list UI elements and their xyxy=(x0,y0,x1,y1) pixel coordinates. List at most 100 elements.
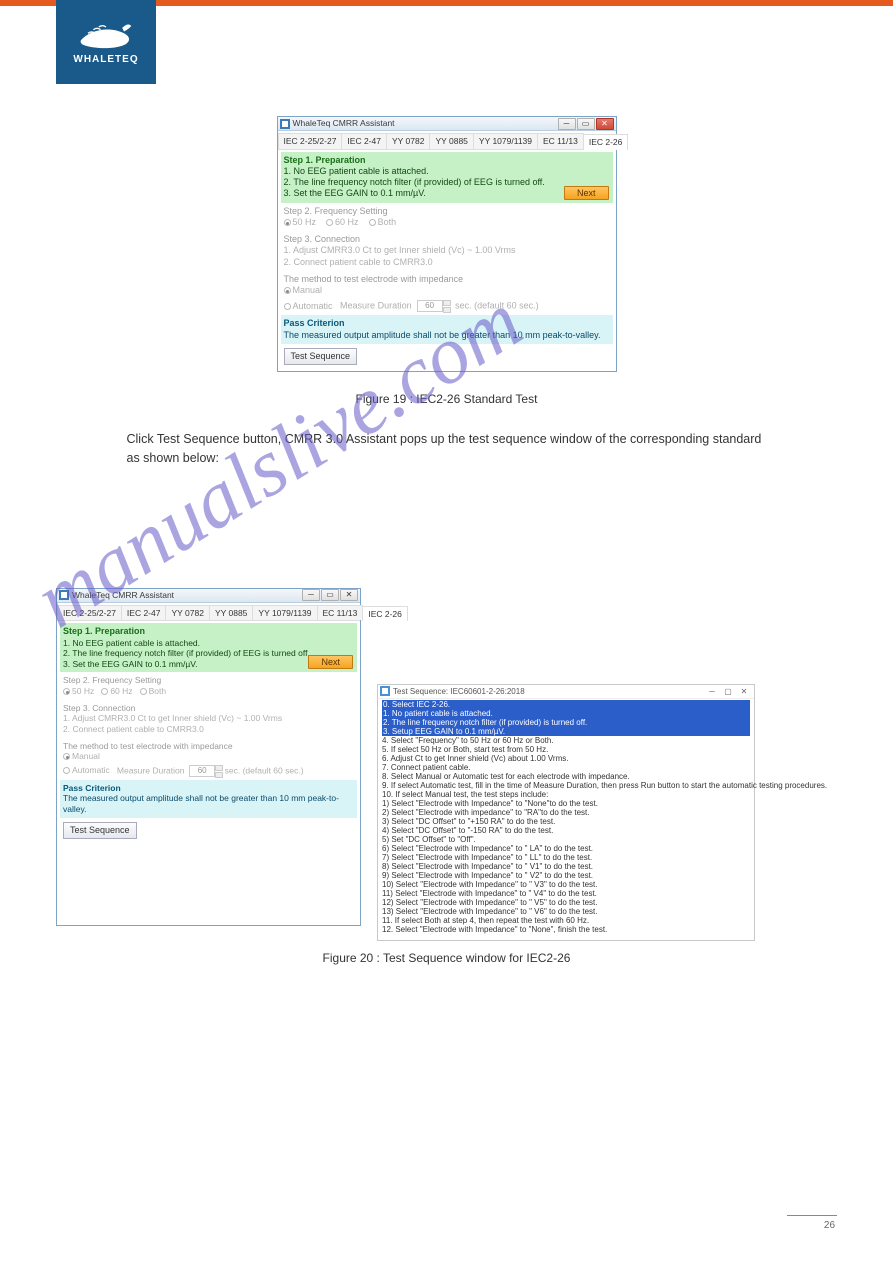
np-line: 10) Select "Electrode with Impedance" to… xyxy=(382,880,750,889)
standard-tabs: IEC 2-25/2-27 IEC 2-47 YY 0782 YY 0885 Y… xyxy=(278,131,616,150)
np-minimize-button[interactable]: ─ xyxy=(704,686,720,697)
maximize-button[interactable]: ▭ xyxy=(321,589,339,601)
tab-yy1079-1139[interactable]: YY 1079/1139 xyxy=(473,133,538,149)
minimize-button[interactable]: ─ xyxy=(558,118,576,130)
np-line: 10. If select Manual test, the test step… xyxy=(382,790,750,799)
step1-block: Step 1. Preparation 1. No EEG patient ca… xyxy=(281,152,613,203)
maximize-button[interactable]: ▭ xyxy=(577,118,595,130)
np-line: 4. Select "Frequency" to 50 Hz or 60 Hz … xyxy=(382,736,750,745)
step1-line2: 2. The line frequency notch filter (if p… xyxy=(284,177,610,188)
step2-block: Step 2. Frequency Setting 50 Hz 60 Hz Bo… xyxy=(281,203,613,232)
tab-iec225-227[interactable]: IEC 2-25/2-27 xyxy=(278,133,343,149)
radio-automatic[interactable]: Automatic xyxy=(284,301,333,311)
cmrr-assistant-window-small: WhaleTeq CMRR Assistant ─ ▭ ✕ IEC 2-25/2… xyxy=(56,588,361,926)
brand-text: WHALETEQ xyxy=(73,54,138,65)
paragraph-test-sequence: Click Test Sequence button, CMRR 3.0 Ass… xyxy=(127,430,767,468)
brand-logo: WHALETEQ xyxy=(56,0,156,84)
minimize-button[interactable]: ─ xyxy=(302,589,320,601)
radio-50hz[interactable]: 50 Hz xyxy=(63,686,94,696)
measure-duration-label: Measure Duration xyxy=(340,301,412,311)
np-maximize-button[interactable]: ▢ xyxy=(720,686,736,697)
window-title: WhaleTeq CMRR Assistant xyxy=(293,118,557,129)
measure-duration-input[interactable]: 60 xyxy=(189,765,215,777)
step1-block: Step 1. Preparation 1. No EEG patient ca… xyxy=(60,623,357,672)
close-button[interactable]: ✕ xyxy=(596,118,614,130)
close-button[interactable]: ✕ xyxy=(340,589,358,601)
radio-60hz[interactable]: 60 Hz xyxy=(326,217,359,227)
np-line: 11. If select Both at step 4, then repea… xyxy=(382,916,750,925)
method-block: The method to test electrode with impeda… xyxy=(281,271,613,316)
test-sequence-button[interactable]: Test Sequence xyxy=(63,822,137,839)
footer-rule xyxy=(787,1215,837,1216)
figure19-caption: Figure 19 : IEC2-26 Standard Test xyxy=(56,392,837,406)
whale-icon xyxy=(79,20,133,52)
np-line: 2) Select "Electrode with impedance" to … xyxy=(382,808,750,817)
np-line-hl: 3. Setup EEG GAIN to 0.1 mm/µV. xyxy=(382,727,750,736)
next-button[interactable]: Next xyxy=(308,655,353,669)
np-line: 13) Select "Electrode with Impedance" to… xyxy=(382,907,750,916)
figure20-caption: Figure 20 : Test Sequence window for IEC… xyxy=(56,951,837,965)
step2-block: Step 2. Frequency Setting 50 Hz 60 Hz Bo… xyxy=(60,672,357,699)
np-line-hl: 0. Select IEC 2-26. xyxy=(382,700,750,709)
tab-iec226[interactable]: IEC 2-26 xyxy=(362,606,408,622)
pass-criterion-block: Pass Criterion The measured output ampli… xyxy=(60,780,357,818)
tab-yy0885[interactable]: YY 0885 xyxy=(429,133,473,149)
step3-block: Step 3. Connection 1. Adjust CMRR3.0 Ct … xyxy=(60,700,357,738)
tab-iec225-227[interactable]: IEC 2-25/2-27 xyxy=(57,605,122,621)
tab-yy0885[interactable]: YY 0885 xyxy=(209,605,253,621)
titlebar: WhaleTeq CMRR Assistant ─ ▭ ✕ xyxy=(278,117,616,131)
measure-duration-suffix: sec. (default 60 sec.) xyxy=(455,301,539,311)
radio-60hz[interactable]: 60 Hz xyxy=(101,686,132,696)
np-line: 6) Select "Electrode with Impedance" to … xyxy=(382,844,750,853)
titlebar-small: WhaleTeq CMRR Assistant ─ ▭ ✕ xyxy=(57,589,360,603)
measure-duration-input[interactable]: 60 xyxy=(417,300,443,312)
test-sequence-button[interactable]: Test Sequence xyxy=(284,348,358,365)
np-line: 7) Select "Electrode with Impedance" to … xyxy=(382,853,750,862)
np-line: 12) Select "Electrode with Impedance" to… xyxy=(382,898,750,907)
tab-yy1079-1139[interactable]: YY 1079/1139 xyxy=(252,605,317,621)
tab-iec247[interactable]: IEC 2-47 xyxy=(121,605,167,621)
np-body: 0. Select IEC 2-26. 1. No patient cable … xyxy=(378,699,754,940)
np-line-hl: 1. No patient cable is attached. xyxy=(382,709,750,718)
radio-manual[interactable]: Manual xyxy=(63,751,100,761)
np-line: 1) Select "Electrode with Impedance" to … xyxy=(382,799,750,808)
pass-header: Pass Criterion xyxy=(284,318,610,329)
radio-both[interactable]: Both xyxy=(369,217,397,227)
np-close-button[interactable]: ✕ xyxy=(736,686,752,697)
next-button[interactable]: Next xyxy=(564,186,609,200)
step3-header: Step 3. Connection xyxy=(284,234,610,245)
np-line: 6. Adjust Ct to get Inner shield (Vc) ab… xyxy=(382,754,750,763)
np-titlebar: Test Sequence: IEC60601-2-26:2018 ─ ▢ ✕ xyxy=(378,685,754,699)
app-icon xyxy=(59,590,69,600)
notepad-icon xyxy=(380,686,390,696)
np-line: 5) Set "DC Offset" to "Off". xyxy=(382,835,750,844)
radio-automatic[interactable]: Automatic xyxy=(63,765,110,775)
pass-line1: The measured output amplitude shall not … xyxy=(284,330,610,341)
tab-iec226[interactable]: IEC 2-26 xyxy=(583,134,629,150)
tab-yy0782[interactable]: YY 0782 xyxy=(386,133,430,149)
step1-line1: 1. No EEG patient cable is attached. xyxy=(284,166,610,177)
tab-ec1113[interactable]: EC 11/13 xyxy=(317,605,364,621)
tab-yy0782[interactable]: YY 0782 xyxy=(165,605,209,621)
np-line: 11) Select "Electrode with Impedance" to… xyxy=(382,889,750,898)
window-title-small: WhaleTeq CMRR Assistant xyxy=(72,590,301,601)
tab-ec1113[interactable]: EC 11/13 xyxy=(537,133,584,149)
step2-header: Step 2. Frequency Setting xyxy=(284,206,610,217)
footer-page-number: 26 xyxy=(56,1220,837,1231)
np-line: 8) Select "Electrode with Impedance" to … xyxy=(382,862,750,871)
app-icon xyxy=(280,119,290,129)
np-line: 12. Select "Electrode with Impedance" to… xyxy=(382,925,750,934)
radio-manual[interactable]: Manual xyxy=(284,285,323,295)
step3-line2: 2. Connect patient cable to CMRR3.0 xyxy=(284,257,610,268)
tab-iec247[interactable]: IEC 2-47 xyxy=(341,133,387,149)
radio-50hz[interactable]: 50 Hz xyxy=(284,217,317,227)
np-line: 5. If select 50 Hz or Both, start test f… xyxy=(382,745,750,754)
radio-both[interactable]: Both xyxy=(140,686,167,696)
step3-block: Step 3. Connection 1. Adjust CMRR3.0 Ct … xyxy=(281,231,613,271)
np-line: 9. If select Automatic test, fill in the… xyxy=(382,781,750,790)
pass-criterion-block: Pass Criterion The measured output ampli… xyxy=(281,315,613,344)
step1-line3: 3. Set the EEG GAIN to 0.1 mm/µV. xyxy=(284,188,610,199)
test-sequence-window: Test Sequence: IEC60601-2-26:2018 ─ ▢ ✕ … xyxy=(377,684,755,941)
cmrr-assistant-window: WhaleTeq CMRR Assistant ─ ▭ ✕ IEC 2-25/2… xyxy=(277,116,617,372)
step1-header: Step 1. Preparation xyxy=(284,155,610,166)
